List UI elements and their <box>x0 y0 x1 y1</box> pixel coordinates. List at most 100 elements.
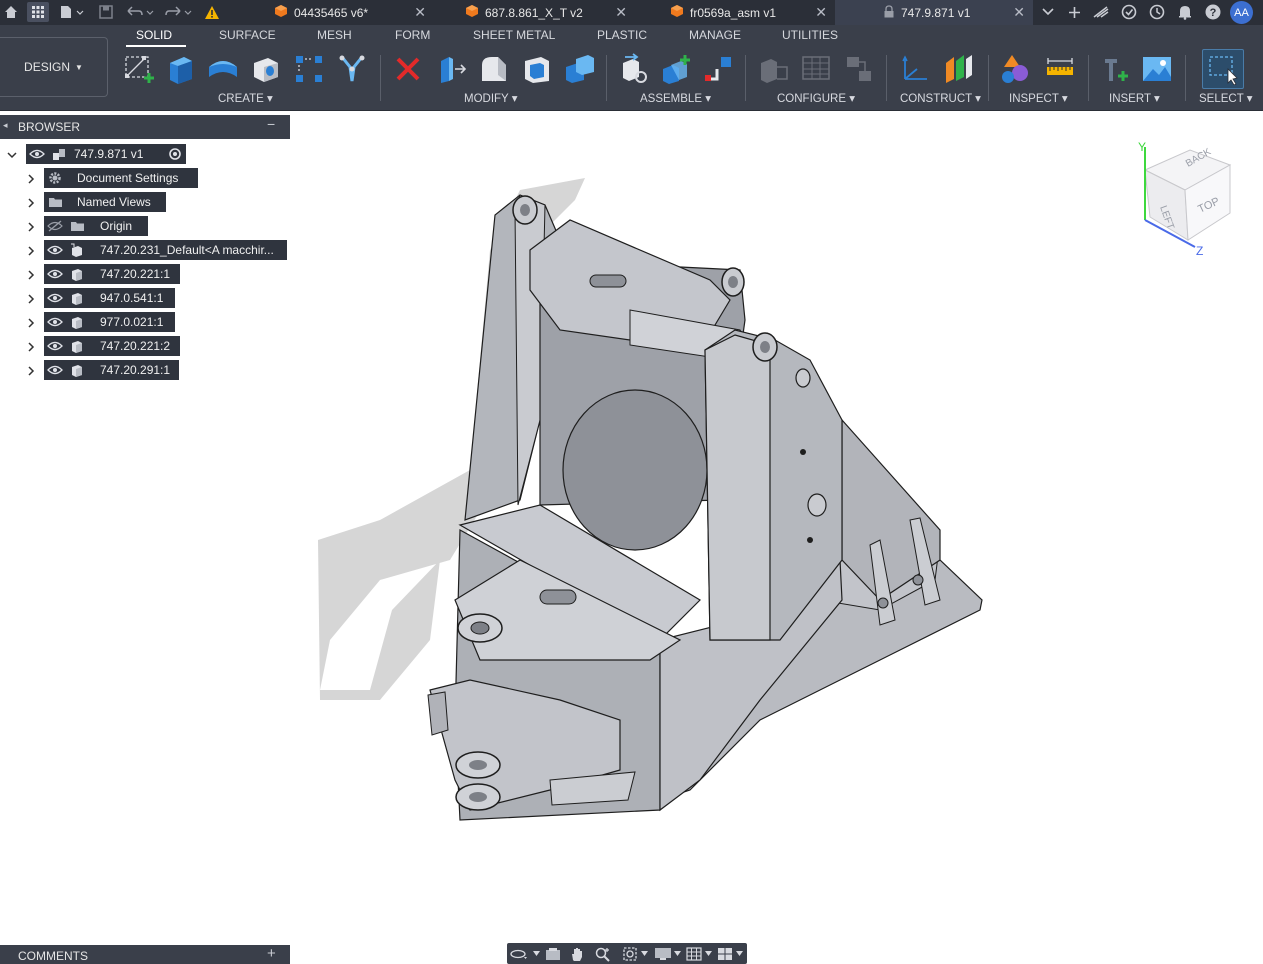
tab-surface[interactable]: SURFACE <box>219 28 276 42</box>
group-inspect-label[interactable]: INSPECT ▾ <box>1009 91 1068 105</box>
new-component-link-icon[interactable] <box>616 52 654 86</box>
new-component-icon[interactable] <box>658 52 696 86</box>
chevron-right-icon[interactable] <box>25 316 37 328</box>
group-configure-label[interactable]: CONFIGURE ▾ <box>777 91 855 105</box>
close-icon[interactable]: ✕ <box>815 4 827 21</box>
window-select-icon[interactable] <box>1202 49 1244 89</box>
browser-item-chip[interactable]: 747.20.231_Default<A macchir... <box>44 240 287 260</box>
minimize-icon[interactable]: − <box>267 116 275 132</box>
tab-solid[interactable]: SOLID <box>136 28 172 42</box>
revolve-icon[interactable] <box>204 52 242 86</box>
chevron-down-icon[interactable] <box>672 945 682 962</box>
chevron-right-icon[interactable] <box>25 220 37 232</box>
browser-item-chip[interactable]: 747.20.291:1 <box>44 360 179 380</box>
canvas-viewport[interactable] <box>290 112 1263 942</box>
chevron-right-icon[interactable] <box>25 268 37 280</box>
insert-canvas-image-icon[interactable] <box>1138 52 1176 86</box>
chevron-down-icon[interactable] <box>734 945 744 962</box>
browser-item-chip[interactable]: Document Settings <box>44 168 198 188</box>
browser-item-component[interactable]: 747.20.221:2 <box>0 335 290 357</box>
browser-item-component[interactable]: 947.0.541:1 <box>0 287 290 309</box>
user-avatar[interactable]: AA <box>1230 1 1253 24</box>
activate-radio-icon[interactable] <box>164 144 186 164</box>
delete-icon[interactable] <box>389 52 427 86</box>
construct-plane-icon[interactable] <box>939 52 977 86</box>
browser-item-document-settings[interactable]: Document Settings <box>0 167 290 189</box>
chevron-right-icon[interactable] <box>25 244 37 256</box>
browser-root-row[interactable]: 747.9.871 v1 <box>0 143 290 165</box>
construct-axis-icon[interactable] <box>896 52 934 86</box>
combine-icon[interactable] <box>561 52 599 86</box>
chevron-down-icon[interactable] <box>703 945 713 962</box>
notification-bell-icon[interactable] <box>1174 2 1196 22</box>
measure-icon[interactable] <box>1041 52 1079 86</box>
group-assemble-label[interactable]: ASSEMBLE ▾ <box>640 91 711 105</box>
browser-item-chip[interactable]: 747.20.221:1 <box>44 264 180 284</box>
chevron-down-icon[interactable] <box>639 945 649 962</box>
chevron-down-icon[interactable] <box>531 945 541 962</box>
redo-icon[interactable] <box>163 2 193 22</box>
document-tab-1[interactable]: 04435465 v6* ✕ <box>264 0 434 25</box>
browser-item-chip[interactable]: 977.0.021:1 <box>44 312 175 332</box>
chevron-right-icon[interactable] <box>25 340 37 352</box>
job-status-icon[interactable] <box>1118 2 1140 22</box>
fillet-icon[interactable] <box>475 52 513 86</box>
collapse-panel-icon[interactable]: ◂ <box>3 120 8 131</box>
group-insert-label[interactable]: INSERT ▾ <box>1109 91 1160 105</box>
add-comment-plus-icon[interactable]: + <box>267 945 276 962</box>
home-icon[interactable] <box>2 2 20 22</box>
eye-icon[interactable] <box>44 240 66 260</box>
insert-component-icon[interactable] <box>1096 52 1134 86</box>
rectangular-pattern-icon[interactable] <box>290 52 328 86</box>
extensions-icon[interactable] <box>1090 2 1112 22</box>
eye-icon[interactable] <box>44 360 66 380</box>
view-cube[interactable]: BACK LEFT TOP Y Z <box>1120 135 1240 260</box>
browser-item-component[interactable]: 747.20.291:1 <box>0 359 290 381</box>
browser-item-chip[interactable]: 747.20.221:2 <box>44 336 180 356</box>
eye-icon[interactable] <box>44 312 66 332</box>
configuration-rule-icon[interactable] <box>840 52 878 86</box>
browser-item-chip[interactable]: Origin <box>44 216 148 236</box>
configure-table-icon[interactable] <box>754 52 792 86</box>
browser-item-component-linked[interactable]: 747.20.231_Default<A macchir... <box>0 239 290 261</box>
browser-item-chip[interactable]: 947.0.541:1 <box>44 288 175 308</box>
browser-root-node[interactable]: 747.9.871 v1 <box>26 144 186 164</box>
browser-item-component[interactable]: 977.0.021:1 <box>0 311 290 333</box>
chevron-right-icon[interactable] <box>25 172 37 184</box>
group-select-label[interactable]: SELECT ▾ <box>1199 91 1253 105</box>
browser-panel-header[interactable]: ◂ BROWSER − <box>0 115 290 139</box>
tab-utilities[interactable]: UTILITIES <box>782 28 838 42</box>
new-tab-plus-icon[interactable] <box>1063 2 1085 22</box>
press-pull-icon[interactable] <box>432 52 470 86</box>
chevron-right-icon[interactable] <box>25 364 37 376</box>
document-tab-4[interactable]: 747.9.871 v1 ✕ <box>835 0 1033 25</box>
display-settings-icon[interactable] <box>652 945 674 962</box>
extrude-icon[interactable] <box>161 52 199 86</box>
document-tab-2[interactable]: 687.8.861_X_T v2 ✕ <box>455 0 635 25</box>
eye-icon[interactable] <box>44 336 66 356</box>
tab-plastic[interactable]: PLASTIC <box>597 28 647 42</box>
pan-hand-icon[interactable] <box>566 945 588 962</box>
configuration-grid-icon[interactable] <box>797 52 835 86</box>
joint-icon[interactable] <box>700 52 738 86</box>
close-icon[interactable]: ✕ <box>615 4 627 21</box>
zoom-icon[interactable] <box>592 945 614 962</box>
close-icon[interactable]: ✕ <box>414 4 426 21</box>
browser-item-chip[interactable]: Named Views <box>44 192 166 212</box>
workspace-switcher-button[interactable]: DESIGN ▼ <box>0 37 108 97</box>
viewports-icon[interactable] <box>714 945 736 962</box>
close-icon[interactable]: ✕ <box>1013 4 1025 21</box>
browser-item-origin[interactable]: Origin <box>0 215 290 237</box>
eye-icon[interactable] <box>44 264 66 284</box>
chevron-down-icon[interactable] <box>6 148 18 166</box>
tab-manage[interactable]: MANAGE <box>689 28 741 42</box>
browser-item-component[interactable]: 747.20.221:1 <box>0 263 290 285</box>
inspect-interference-icon[interactable] <box>997 52 1035 86</box>
comments-panel-header[interactable]: COMMENTS + <box>0 945 290 964</box>
create-form-icon[interactable] <box>333 52 371 86</box>
create-sketch-icon[interactable] <box>120 52 158 86</box>
look-at-icon[interactable] <box>542 945 564 962</box>
grid-snap-icon[interactable] <box>683 945 705 962</box>
tab-sheet-metal[interactable]: SHEET METAL <box>473 28 555 42</box>
shell-icon[interactable] <box>518 52 556 86</box>
